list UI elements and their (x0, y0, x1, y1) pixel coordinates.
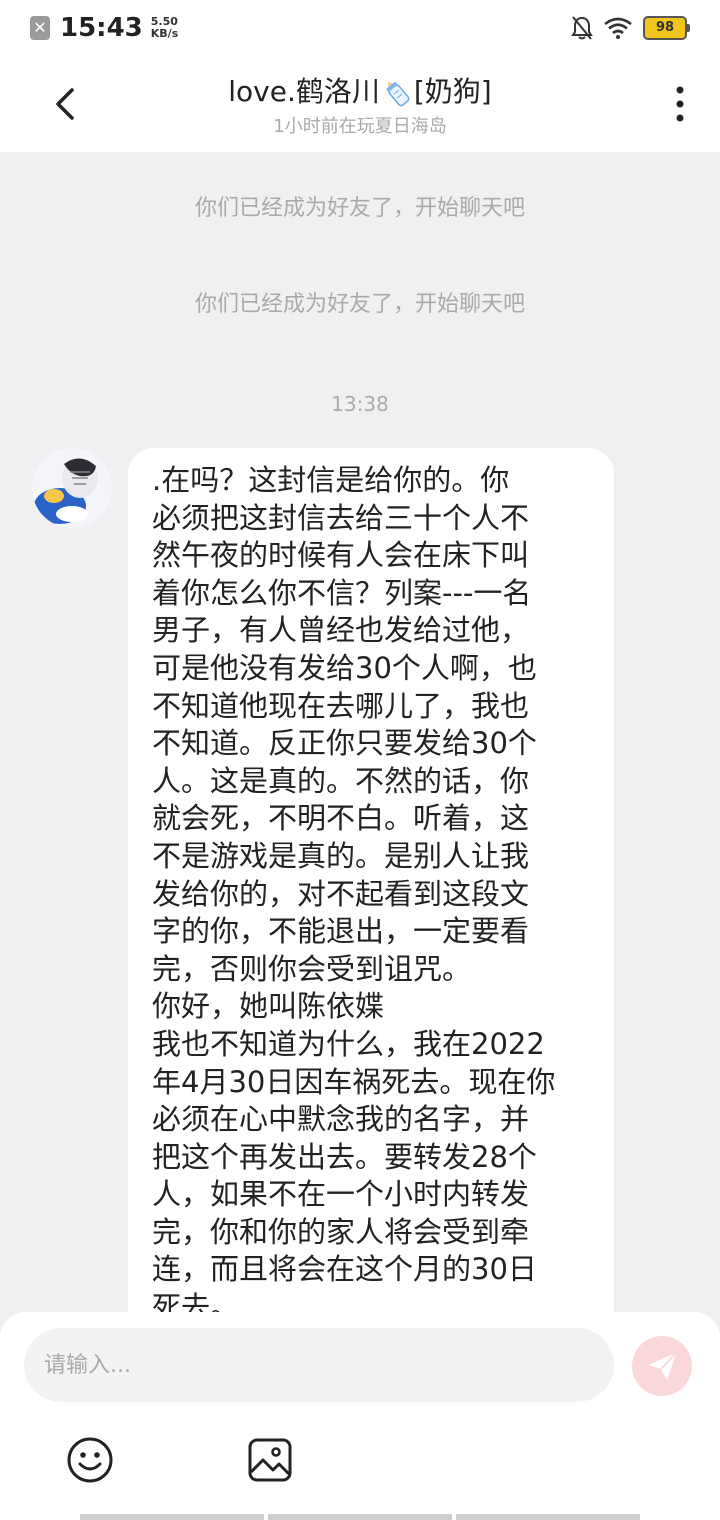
back-button[interactable] (44, 82, 88, 126)
chat-title: love.鹤洛川 [奶狗] (160, 70, 560, 110)
app-notification-icon: ✕ (30, 16, 50, 40)
status-right: 98 (571, 14, 690, 42)
keyboard-hint-bar (80, 1514, 640, 1520)
send-button[interactable] (632, 1336, 692, 1396)
wifi-icon (604, 17, 632, 39)
avatar-image (32, 448, 112, 528)
contact-name: love.鹤洛川 (228, 75, 380, 108)
system-message: 你们已经成为好友了，开始聊天吧 (194, 292, 525, 317)
message-timestamp: 13:38 (331, 392, 389, 416)
mute-icon (571, 16, 593, 40)
send-icon (648, 1352, 677, 1380)
message-input[interactable] (24, 1328, 614, 1402)
message-bubble[interactable]: .在吗？这封信是给你的。你 必须把这封信去给三十个人不 然午夜的时候有人会在床下… (128, 448, 614, 1312)
chat-area[interactable]: 你们已经成为好友了，开始聊天吧 你们已经成为好友了，开始聊天吧 13:38 .在… (0, 152, 720, 1312)
battery-tip (687, 24, 690, 32)
network-speed-unit: KB/s (150, 27, 179, 40)
composer (0, 1312, 720, 1520)
status-bar: ✕ 15:43 5.50 KB/s 98 (0, 0, 720, 56)
image-button[interactable] (246, 1436, 294, 1484)
system-message: 你们已经成为好友了，开始聊天吧 (194, 196, 525, 221)
baby-bottle-icon (386, 81, 410, 107)
contact-tag: [奶狗] (413, 75, 492, 108)
battery-level: 98 (643, 16, 687, 40)
clock: 15:43 (60, 13, 143, 43)
status-left: ✕ 15:43 5.50 KB/s (30, 12, 178, 44)
battery-icon: 98 (643, 16, 690, 40)
avatar[interactable] (32, 448, 112, 528)
more-options-button[interactable] (670, 82, 690, 126)
message-text: .在吗？这封信是给你的。你 必须把这封信去给三十个人不 然午夜的时候有人会在床下… (152, 463, 556, 1312)
emoji-button[interactable] (66, 1436, 114, 1484)
contact-status: 1小时前在玩夏日海岛 (273, 116, 447, 137)
network-speed: 5.50 KB/s (151, 16, 178, 40)
chat-header: love.鹤洛川 [奶狗] 1小时前在玩夏日海岛 (0, 56, 720, 152)
